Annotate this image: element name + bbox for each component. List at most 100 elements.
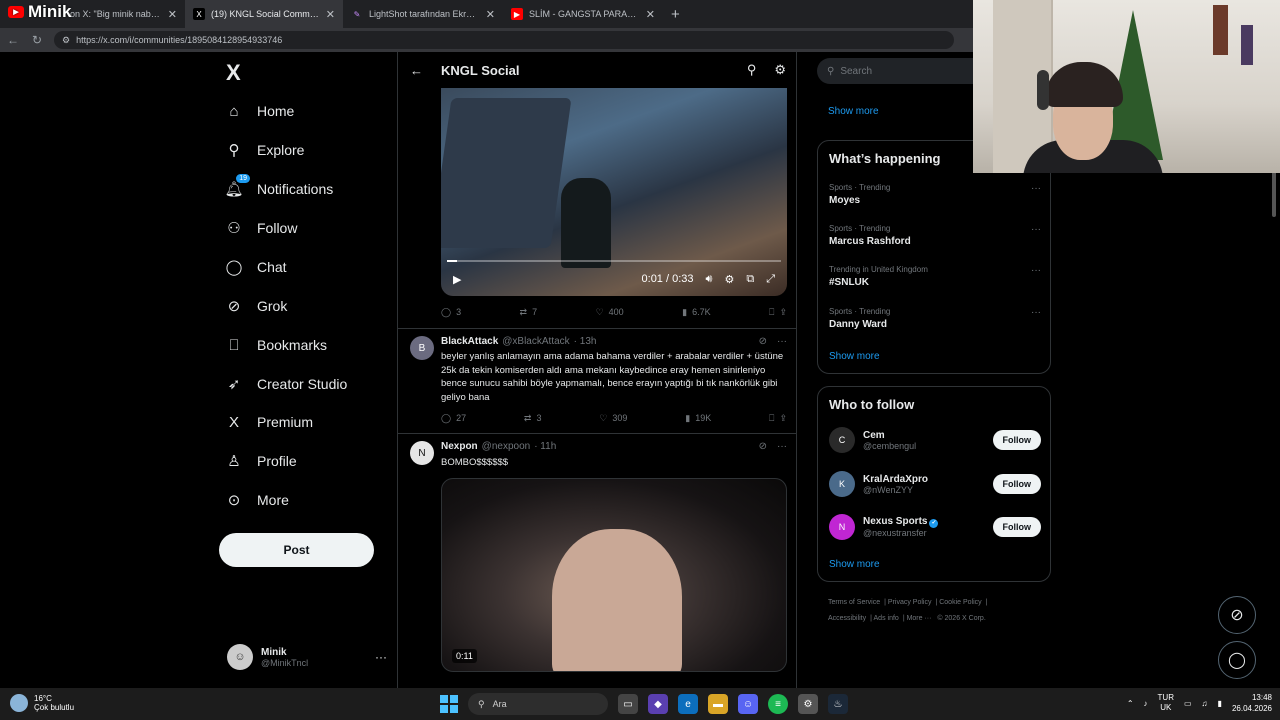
battery-icon[interactable]: ▮ — [1218, 699, 1222, 708]
x-logo-icon[interactable]: X — [226, 60, 241, 86]
settings-icon[interactable]: ⚙ — [724, 273, 734, 286]
avatar[interactable]: N — [410, 441, 434, 465]
post-nexpon[interactable]: N Nexpon @nexpoon · 11h ⊘ ··· BOMBO$$$$$$… — [398, 433, 796, 688]
footer-link[interactable]: Accessibility — [828, 615, 866, 622]
file-explorer-icon[interactable]: ▬ — [708, 694, 728, 714]
reply-button[interactable]: ◯ 3 — [441, 307, 461, 318]
follow-button[interactable]: Follow — [992, 474, 1041, 494]
clock[interactable]: 13:48 26.04.2026 — [1232, 692, 1272, 714]
footer-link[interactable]: Ads info — [874, 615, 899, 622]
footer-link[interactable]: Cookie Policy — [939, 599, 981, 606]
post-button[interactable]: Post — [219, 533, 374, 567]
more-dots-icon[interactable]: ··· — [1031, 183, 1041, 194]
grok-icon[interactable]: ⊘ — [759, 336, 767, 347]
bookmark-icon[interactable]: ⎕ — [769, 307, 774, 318]
url-field[interactable]: ⚙ https://x.com/i/communities/1895084128… — [54, 31, 954, 49]
close-tab-icon[interactable]: ✕ — [168, 8, 177, 21]
post-author-name[interactable]: Nexpon — [441, 441, 478, 452]
repost-button[interactable]: ⇄ 7 — [520, 307, 538, 318]
browser-tab-3[interactable]: ✎ LightShot tarafından Ekran Görün ✕ — [343, 0, 503, 28]
weather-widget[interactable]: 16°C Çok bulutlu — [10, 694, 74, 712]
language-indicator[interactable]: TUR UK — [1158, 693, 1174, 713]
follow-suggestion[interactable]: K KralArdaXpro @nWenZYY Follow — [829, 468, 1041, 500]
avatar[interactable]: B — [410, 336, 434, 360]
show-more-link[interactable]: Show more — [828, 106, 879, 117]
nav-profile[interactable]: ♙ Profile — [225, 446, 296, 476]
follow-suggestion[interactable]: N Nexus Sports ✓ @nexustransfer Follow — [829, 511, 1041, 543]
post-author-name[interactable]: BlackAttack — [441, 336, 498, 347]
nav-creator-studio[interactable]: ➶ Creator Studio — [225, 369, 348, 399]
like-button[interactable]: ♡ 309 — [599, 413, 627, 424]
close-tab-icon[interactable]: ✕ — [326, 8, 335, 21]
share-icon[interactable]: ⇪ — [779, 413, 787, 424]
video-player[interactable]: ▶ 0:01 / 0:33 🔊︎ ⚙ ⧉ ⤢ — [441, 88, 787, 296]
edge-icon[interactable]: e — [678, 694, 698, 714]
copilot-icon[interactable]: ◆ — [648, 694, 668, 714]
more-dots-icon[interactable]: ··· — [777, 441, 787, 452]
back-icon[interactable]: ← — [6, 33, 20, 47]
nav-home[interactable]: ⌂ Home — [225, 96, 294, 126]
footer-link[interactable]: Terms of Service — [828, 599, 880, 606]
show-more-link[interactable]: Show more — [829, 559, 880, 570]
trend-item[interactable]: Trending in United Kingdom #SNLUK ··· — [829, 265, 1041, 288]
repost-button[interactable]: ⇄ 3 — [524, 413, 542, 424]
video-player[interactable]: 0:11 — [441, 478, 787, 672]
nav-grok[interactable]: ⊘ Grok — [225, 291, 288, 321]
follow-button[interactable]: Follow — [992, 430, 1041, 450]
trend-item[interactable]: Sports · Trending Danny Ward ··· — [829, 307, 1041, 330]
nav-more[interactable]: ⊙ More — [225, 485, 289, 515]
grok-icon[interactable]: ⊘ — [759, 441, 767, 452]
network-icon[interactable]: ▭ — [1184, 699, 1192, 708]
views-button[interactable]: ▮ 6.7K — [682, 307, 710, 318]
search-icon[interactable]: ⚲ — [747, 62, 757, 78]
volume-icon[interactable]: 🔊︎ — [706, 273, 713, 286]
browser-tab-4[interactable]: ▶ SLİM - GANGSTA PARADISE - KNG ✕ — [503, 0, 663, 28]
windows-start-icon[interactable] — [440, 695, 458, 713]
more-dots-icon[interactable]: ··· — [1031, 307, 1041, 318]
play-icon[interactable]: ▶ — [453, 273, 461, 286]
more-dots-icon[interactable]: ··· — [777, 336, 787, 347]
reply-button[interactable]: ◯ 27 — [441, 413, 466, 424]
footer-link[interactable]: Privacy Policy — [888, 599, 932, 606]
bookmark-icon[interactable]: ⎕ — [769, 413, 774, 424]
nav-notifications[interactable]: 🔔︎ 19 Notifications — [224, 174, 333, 204]
like-button[interactable]: ♡ 400 — [596, 307, 624, 318]
follow-button[interactable]: Follow — [992, 517, 1041, 537]
nav-follow[interactable]: ⚇ Follow — [225, 213, 297, 243]
show-more-link[interactable]: Show more — [829, 351, 880, 362]
account-switcher[interactable]: ☺ Minik @MinikTncl ··· — [227, 640, 387, 674]
close-tab-icon[interactable]: ✕ — [486, 8, 495, 21]
task-view-icon[interactable]: ▭ — [618, 694, 638, 714]
fullscreen-icon[interactable]: ⤢ — [766, 273, 775, 286]
site-info-icon[interactable]: ⚙ — [62, 35, 70, 46]
taskbar-search[interactable]: ⚲ Ara — [468, 693, 608, 715]
trend-item[interactable]: Sports · Trending Moyes ··· — [829, 183, 1041, 206]
volume-icon[interactable]: ♫ — [1202, 699, 1208, 708]
spotify-icon[interactable]: ≡ — [768, 694, 788, 714]
settings-icon[interactable]: ⚙ — [798, 694, 818, 714]
gear-icon[interactable]: ⚙ — [774, 62, 786, 78]
pip-icon[interactable]: ⧉ — [746, 273, 754, 286]
more-dots-icon[interactable]: ··· — [1031, 265, 1041, 276]
chevron-up-icon[interactable]: ⌃ — [1127, 699, 1134, 708]
microphone-icon[interactable]: ♪ — [1144, 699, 1148, 708]
reload-icon[interactable]: ↻ — [30, 33, 44, 47]
close-tab-icon[interactable]: ✕ — [646, 8, 655, 21]
views-button[interactable]: ▮ 19K — [685, 413, 711, 424]
footer-link[interactable]: More ··· — [907, 615, 932, 622]
more-dots-icon[interactable]: ··· — [375, 650, 387, 664]
new-tab-icon[interactable]: + — [671, 6, 680, 23]
browser-tab-2[interactable]: X (19) KNGL Social Community / X ✕ — [185, 0, 343, 28]
share-icon[interactable]: ⇪ — [779, 307, 787, 318]
trend-item[interactable]: Sports · Trending Marcus Rashford ··· — [829, 224, 1041, 247]
nav-premium[interactable]: X Premium — [225, 407, 313, 437]
follow-suggestion[interactable]: C Cem @cembengul Follow — [829, 424, 1041, 456]
discord-icon[interactable]: ☺ — [738, 694, 758, 714]
grok-fab-icon[interactable]: ⊘ — [1218, 596, 1256, 634]
more-dots-icon[interactable]: ··· — [1031, 224, 1041, 235]
nav-explore[interactable]: ⚲ Explore — [225, 135, 305, 165]
messages-fab-icon[interactable]: ◯ — [1218, 641, 1256, 679]
back-arrow-icon[interactable]: ← — [410, 63, 423, 78]
post-blackattack[interactable]: B BlackAttack @xBlackAttack · 13h ⊘ ··· b… — [398, 328, 796, 432]
steam-icon[interactable]: ♨ — [828, 694, 848, 714]
